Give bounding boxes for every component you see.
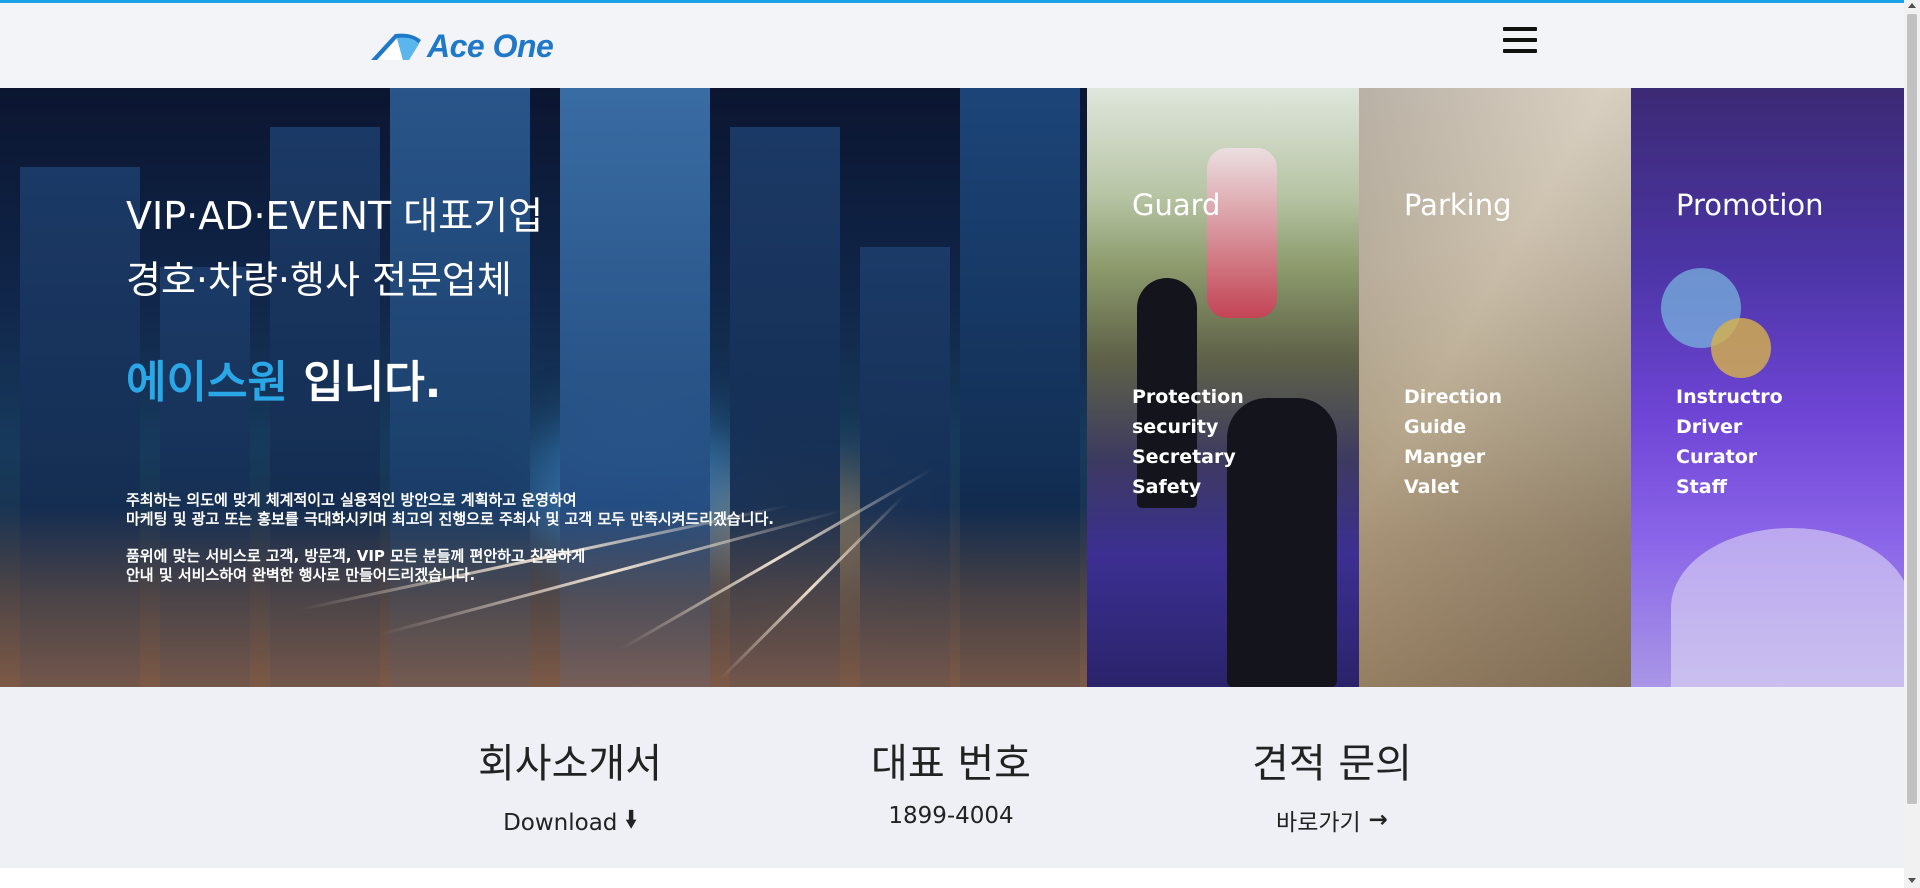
service-item: Valet	[1404, 476, 1459, 498]
service-item: Instructro	[1676, 386, 1783, 408]
service-title: Parking	[1404, 188, 1512, 222]
service-items: Protection security Secretary Safety	[1132, 382, 1244, 502]
service-panel-guard[interactable]: Guard Protection security Secretary Safe…	[1087, 88, 1359, 687]
phone-title: 대표 번호	[871, 741, 1031, 787]
service-item: Protection	[1132, 386, 1244, 408]
arrow-down-icon: 🠛	[625, 807, 637, 833]
hamburger-menu-icon[interactable]	[1503, 27, 1537, 61]
service-items: Direction Guide Manger Valet	[1404, 382, 1502, 502]
logo[interactable]: Ace One	[367, 27, 554, 64]
service-items: Instructro Driver Curator Staff	[1676, 382, 1783, 502]
download-label: Download	[503, 809, 618, 836]
service-item: Manger	[1404, 446, 1486, 468]
company-profile-title: 회사소개서	[478, 741, 662, 787]
arrow-right-icon: →	[1368, 807, 1388, 833]
hero-title-line-1: VIP·AD·EVENT 대표기업	[126, 194, 544, 238]
service-title: Guard	[1132, 188, 1221, 222]
info-section: 회사소개서 Download 🠛 대표 번호 1899-4004 견적 문의 바…	[0, 687, 1904, 868]
scroll-down-icon[interactable]	[1908, 878, 1916, 883]
hero-brand-heading: 에이스원 입니다.	[126, 346, 441, 410]
service-item: Curator	[1676, 446, 1758, 468]
site-header: Ace One	[0, 3, 1904, 88]
hero-description: 주최하는 의도에 맞게 체계적이고 실용적인 방안으로 계획하고 운영하여 마케…	[126, 491, 774, 603]
phone-block: 대표 번호 1899-4004	[865, 731, 1037, 829]
footer-strip	[0, 868, 1904, 888]
service-item: Guide	[1404, 416, 1467, 438]
scroll-up-icon[interactable]	[1908, 3, 1916, 8]
quote-link[interactable]: 바로가기 →	[1276, 803, 1388, 837]
hero-title-line-2: 경호·차량·행사 전문업체	[126, 258, 512, 302]
quote-title: 견적 문의	[1252, 741, 1412, 787]
download-link[interactable]: Download 🠛	[503, 803, 637, 842]
quote-block: 견적 문의 바로가기 →	[1249, 731, 1415, 837]
hero-banner: VIP·AD·EVENT 대표기업 경호·차량·행사 전문업체 에이스원 입니다…	[0, 88, 1087, 687]
service-item: Driver	[1676, 416, 1743, 438]
hero-title: VIP·AD·EVENT 대표기업 경호·차량·행사 전문업체	[126, 184, 543, 312]
desc-line-2: 마케팅 및 광고 또는 홍보를 극대화시키며 최고의 진행으로 주최사 및 고객…	[126, 510, 774, 528]
desc-line-3: 품위에 맞는 서비스로 고객, 방문객, VIP 모든 분들께 편안하고 친절하…	[126, 547, 586, 565]
service-item: Secretary	[1132, 446, 1236, 468]
brand-suffix: 입니다.	[287, 357, 442, 408]
phone-number-text: 1899-4004	[888, 803, 1014, 829]
service-item: security	[1132, 416, 1219, 438]
service-panel-parking[interactable]: Parking Direction Guide Manger Valet	[1359, 88, 1631, 687]
brand-name: 에이스원	[126, 357, 288, 408]
phone-number[interactable]: 1899-4004	[888, 803, 1013, 829]
service-item: Direction	[1404, 386, 1502, 408]
desc-line-4: 안내 및 서비스하여 완벽한 행사로 만들어드리겠습니다.	[126, 566, 476, 584]
service-item: Safety	[1132, 476, 1202, 498]
service-title: Promotion	[1676, 188, 1824, 222]
vertical-scrollbar[interactable]	[1904, 0, 1920, 888]
desc-line-1: 주최하는 의도에 맞게 체계적이고 실용적인 방안으로 계획하고 운영하여	[126, 491, 577, 509]
quote-link-label: 바로가기	[1276, 810, 1361, 836]
service-panel-promotion[interactable]: Promotion Instructro Driver Curator Staf…	[1631, 88, 1904, 687]
scroll-thumb[interactable]	[1907, 14, 1917, 804]
logo-text: Ace One	[427, 27, 554, 64]
logo-mark-icon	[371, 33, 421, 60]
company-profile-block: 회사소개서 Download 🠛	[478, 731, 662, 842]
service-item: Staff	[1676, 476, 1727, 498]
